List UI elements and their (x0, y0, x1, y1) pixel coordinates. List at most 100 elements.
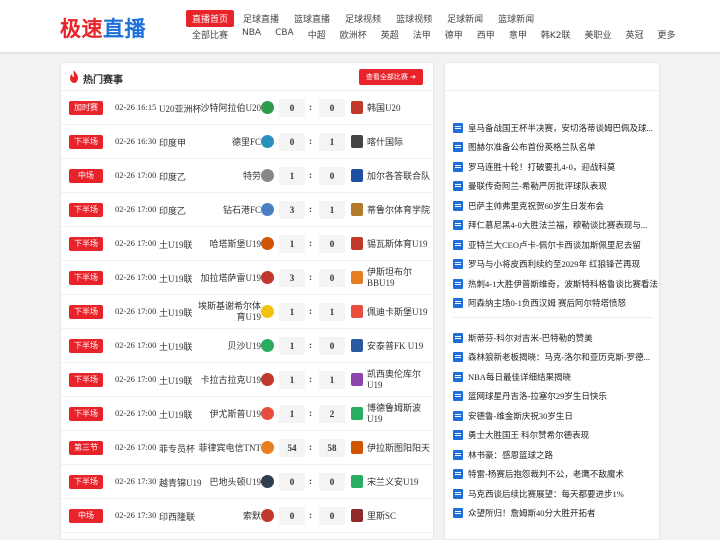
news-item[interactable]: 拜仁慕尼黑4-0大胜法兰福，穆勒谈比赛表现与... (453, 218, 647, 233)
away-team-name[interactable]: 加尔各答联合队 (367, 165, 433, 187)
match-row[interactable]: 下半场 02-26 17:00 土U19联 哈塔斯堡U19 1:0 锡瓦斯体育U19 (61, 227, 435, 261)
news-item[interactable]: 阿森纳主场0-1负西汉姆 赛后阿尔特塔愤怒 (453, 296, 626, 311)
nav-item-primary[interactable]: 篮球新闻 (492, 10, 540, 27)
home-team-name[interactable]: 特劳 (191, 165, 261, 187)
nav-item-primary[interactable]: 篮球直播 (288, 10, 336, 27)
news-item[interactable]: 森林狼新老板揭晓：马克-洛尔和亚历克斯-罗德... (453, 350, 650, 365)
news-title[interactable]: 罗马与小将皮西利续约至2029年 红狼锋芒再现 (468, 258, 640, 270)
nav-item-secondary[interactable]: CBA (275, 28, 294, 41)
news-title[interactable]: 林书豪：感恩篮球之路 (468, 449, 553, 461)
nav-item-secondary[interactable]: 英冠 (625, 28, 643, 41)
news-title[interactable]: 安德鲁-维金斯庆祝30岁生日 (468, 410, 573, 422)
news-item[interactable]: 罗马与小将皮西利续约至2029年 红狼锋芒再现 (453, 257, 640, 272)
news-item[interactable]: 皇马备战国王杯半决赛，安切洛蒂谈姆巴佩及球... (453, 120, 653, 135)
news-item[interactable]: 安德鲁-维金斯庆祝30岁生日 (453, 408, 573, 423)
news-item[interactable]: 斯蒂芬-科尔对吉米-巴特勒的赞美 (453, 330, 593, 345)
match-row[interactable]: 加时赛 02-26 16:15 U20亚洲杯 沙特阿拉伯U20 0:0 韩国U20 (61, 91, 435, 125)
news-title[interactable]: 拜仁慕尼黑4-0大胜法兰福，穆勒谈比赛表现与... (468, 219, 647, 231)
news-item[interactable]: 众望所归！詹姆斯40分大胜开拓者 (453, 506, 596, 521)
news-item[interactable]: 图赫尔准备公布首份英格兰队名单 (453, 140, 596, 155)
away-team-name[interactable]: 博德鲁姆斯波U19 (367, 403, 433, 425)
home-team-name[interactable]: 钻石港FC (191, 199, 261, 221)
news-item[interactable]: 马克西谈后续比赛展望：每天都要进步1% (453, 486, 624, 501)
match-row[interactable]: 第三节 02-26 17:00 菲专员杯 菲律宾电信TNT 54:58 伊拉斯图阳阳天 (61, 431, 435, 465)
news-item[interactable]: 曼联传奇阿兰-希勒严厉批评球队表现 (453, 179, 607, 194)
news-title[interactable]: 斯蒂芬-科尔对吉米-巴特勒的赞美 (468, 332, 593, 344)
news-title[interactable]: 篮网球星丹吉洛-拉塞尔29岁生日快乐 (468, 390, 607, 402)
home-team-name[interactable]: 埃斯基谢希尔体育U19 (191, 301, 261, 323)
match-row[interactable]: 下半场 02-26 16:30 印度甲 德里FC 0:1 喀什国际 (61, 125, 435, 159)
nav-item-secondary[interactable]: NBA (242, 28, 261, 41)
match-row[interactable]: 中场 02-26 17:00 印度乙 特劳 1:0 加尔各答联合队 (61, 159, 435, 193)
news-title[interactable]: 众望所归！詹姆斯40分大胜开拓者 (468, 507, 596, 519)
match-row[interactable]: 下半场 02-26 17:00 土U19联 加拉塔萨雷U19 3:0 伊斯坦布尔BBU19 (61, 261, 435, 295)
nav-item-secondary[interactable]: 全部比赛 (192, 28, 228, 41)
match-row[interactable]: 中场 02-26 17:30 印西隆联 索默 0:0 里斯SC (61, 499, 435, 533)
news-title[interactable]: 曼联传奇阿兰-希勒严厉批评球队表现 (468, 180, 607, 192)
nav-item-secondary[interactable]: 德甲 (445, 28, 463, 41)
news-item[interactable]: 林书豪：感恩篮球之路 (453, 447, 553, 462)
news-title[interactable]: 森林狼新老板揭晓：马克-洛尔和亚历克斯-罗德... (468, 351, 650, 363)
home-team-name[interactable]: 菲律宾电信TNT (191, 437, 262, 459)
nav-item-primary[interactable]: 篮球视频 (390, 10, 438, 27)
news-title[interactable]: 亚特兰大CEO卢卡-佩尔卡西谈加斯佩里尼去留 (468, 239, 641, 251)
nav-item-secondary[interactable]: 欧洲杯 (340, 28, 367, 41)
home-team-name[interactable]: 巴地头顿U19 (191, 471, 262, 493)
news-title[interactable]: 阿森纳主场0-1负西汉姆 赛后阿尔特塔愤怒 (468, 297, 626, 309)
news-title[interactable]: 图赫尔准备公布首份英格兰队名单 (468, 141, 596, 153)
away-team-name[interactable]: 宋兰义安U19 (367, 471, 433, 493)
nav-item-primary[interactable]: 足球新闻 (441, 10, 489, 27)
away-team-name[interactable]: 蒂鲁尔体育学院 (367, 199, 433, 221)
away-team-name[interactable]: 伊拉斯图阳阳天 (367, 437, 433, 459)
away-team-name[interactable]: 凯西奥伦库尔U19 (367, 369, 433, 391)
news-title[interactable]: 巴萨主帅弗里克祝贺60岁生日发布会 (468, 200, 604, 212)
news-title[interactable]: 热刺4-1大胜伊普斯维奇，波斯特科格鲁谈比赛看法 (468, 278, 658, 290)
news-title[interactable]: 马克西谈后续比赛展望：每天都要进步1% (468, 488, 624, 500)
match-row[interactable]: 下半场 02-26 17:00 土U19联 贝沙U19 1:0 安泰普FK U19 (61, 329, 435, 363)
away-team-name[interactable]: 安泰普FK U19 (367, 335, 433, 357)
news-item[interactable]: 特雷-杨赛后抱怨裁判不公，老鹰不敌魔术 (453, 467, 624, 482)
news-item[interactable]: 热刺4-1大胜伊普斯维奇，波斯特科格鲁谈比赛看法 (453, 276, 658, 291)
home-team-name[interactable]: 索默 (191, 505, 261, 527)
away-team-name[interactable]: 锡瓦斯体育U19 (367, 233, 433, 255)
away-team-name[interactable]: 韩国U20 (367, 97, 433, 119)
news-item[interactable]: 勇士大胜国王 科尔赞希尔德表现 (453, 428, 589, 443)
nav-item-primary[interactable]: 足球直播 (237, 10, 285, 27)
news-item[interactable]: 罗马连胜十轮！打破要扎4-0，迎战科莫 (453, 159, 615, 174)
news-title[interactable]: NBA每日最佳详细结果揭晓 (468, 371, 571, 383)
site-logo[interactable]: 极速直播 (60, 13, 146, 43)
home-team-name[interactable]: 卡拉古拉克U19 (191, 369, 262, 391)
news-title[interactable]: 罗马连胜十轮！打破要扎4-0，迎战科莫 (468, 161, 615, 173)
news-item[interactable]: 巴萨主帅弗里克祝贺60岁生日发布会 (453, 198, 604, 213)
home-team-name[interactable]: 贝沙U19 (191, 335, 262, 357)
nav-item-secondary[interactable]: 英超 (381, 28, 399, 41)
away-team-name[interactable]: 喀什国际 (367, 131, 433, 153)
match-row[interactable]: 下半场 02-26 17:30 越青锦U19 巴地头顿U19 0:0 宋兰义安U19 (61, 465, 435, 499)
match-row[interactable]: 下半场 02-26 17:00 土U19联 伊尤斯普U19 1:2 博德鲁姆斯波U19 (61, 397, 435, 431)
news-title[interactable]: 特雷-杨赛后抱怨裁判不公，老鹰不敌魔术 (468, 468, 624, 480)
home-team-name[interactable]: 沙特阿拉伯U20 (191, 97, 262, 119)
home-team-name[interactable]: 哈塔斯堡U19 (191, 233, 262, 255)
match-row[interactable]: 下半场 02-26 17:00 印度乙 钻石港FC 3:1 蒂鲁尔体育学院 (61, 193, 435, 227)
nav-item-secondary[interactable]: 法甲 (413, 28, 431, 41)
nav-item-secondary[interactable]: 西甲 (477, 28, 495, 41)
match-row[interactable]: 下半场 02-26 17:00 土U19联 卡拉古拉克U19 1:1 凯西奥伦库尔U19 (61, 363, 435, 397)
nav-item-secondary[interactable]: 更多 (658, 28, 676, 41)
home-team-name[interactable]: 伊尤斯普U19 (191, 403, 262, 425)
news-item[interactable]: 亚特兰大CEO卢卡-佩尔卡西谈加斯佩里尼去留 (453, 237, 641, 252)
nav-item-secondary[interactable]: 中超 (308, 28, 326, 41)
news-item[interactable]: 篮网球星丹吉洛-拉塞尔29岁生日快乐 (453, 389, 607, 404)
nav-item-secondary[interactable]: 美职业 (584, 28, 611, 41)
away-team-name[interactable]: 伊斯坦布尔BBU19 (367, 267, 433, 289)
news-title[interactable]: 皇马备战国王杯半决赛，安切洛蒂谈姆巴佩及球... (468, 122, 653, 134)
nav-item-secondary[interactable]: 韩K2联 (541, 28, 571, 41)
away-team-name[interactable]: 里斯SC (367, 505, 433, 527)
news-title[interactable]: 勇士大胜国王 科尔赞希尔德表现 (468, 429, 589, 441)
home-team-name[interactable]: 德里FC (191, 131, 261, 153)
home-team-name[interactable]: 加拉塔萨雷U19 (191, 267, 262, 289)
match-row[interactable]: 下半场 02-26 17:00 土U19联 埃斯基谢希尔体育U19 1:1 佩迪卡斯堡U1… (61, 295, 435, 329)
news-item[interactable]: NBA每日最佳详细结果揭晓 (453, 369, 571, 384)
nav-item-primary[interactable]: 直播首页 (186, 10, 235, 27)
away-team-name[interactable]: 佩迪卡斯堡U19 (367, 301, 433, 323)
view-all-matches-button[interactable]: 查看全部比赛 ➔ (358, 69, 423, 85)
